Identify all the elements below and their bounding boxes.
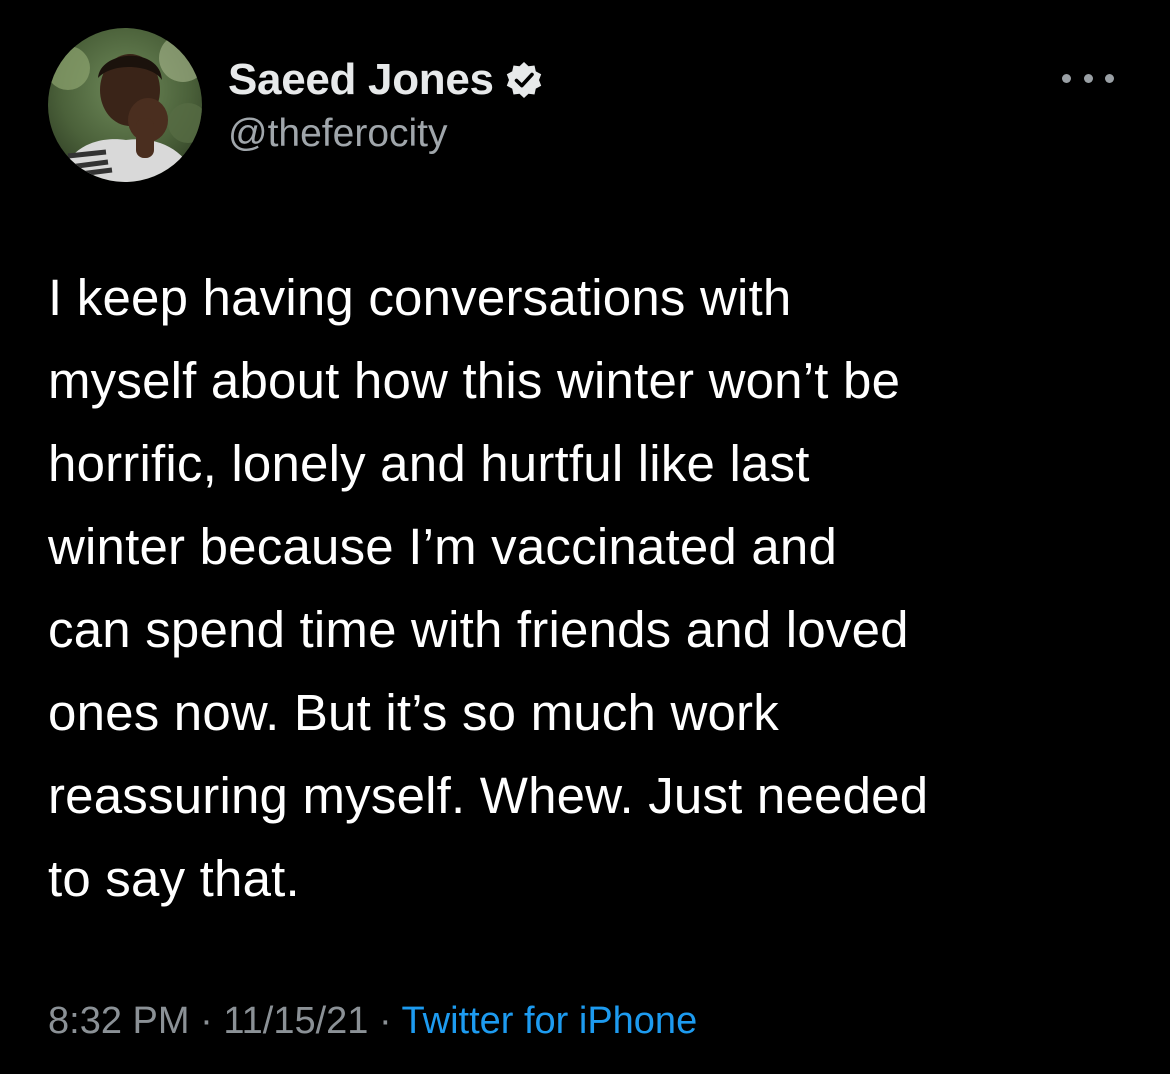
ellipsis-dot <box>1105 73 1114 83</box>
author-name-row[interactable]: Saeed Jones <box>228 52 544 108</box>
verified-badge-icon <box>504 60 544 100</box>
profile-photo-icon <box>48 28 202 182</box>
ellipsis-icon[interactable] <box>1062 68 1114 88</box>
meta-separator: · <box>368 1000 402 1042</box>
tweet-time[interactable]: 8:32 PM <box>48 1000 190 1042</box>
avatar[interactable] <box>48 28 202 182</box>
tweet-source-link[interactable]: Twitter for iPhone <box>402 1000 698 1042</box>
author-handle[interactable]: @theferocity <box>228 112 448 156</box>
meta-separator: · <box>189 1000 224 1042</box>
ellipsis-dot <box>1083 73 1093 83</box>
ellipsis-dot <box>1062 73 1071 83</box>
tweet-metadata: 8:32 PM · 11/15/21 · Twitter for iPhone <box>48 996 697 1046</box>
tweet: Saeed Jones @theferocity I keep having c… <box>0 0 1170 1074</box>
tweet-text: I keep having conversations with myself … <box>48 269 929 907</box>
author-display-name[interactable]: Saeed Jones <box>228 55 494 105</box>
tweet-date[interactable]: 11/15/21 <box>223 1000 368 1042</box>
